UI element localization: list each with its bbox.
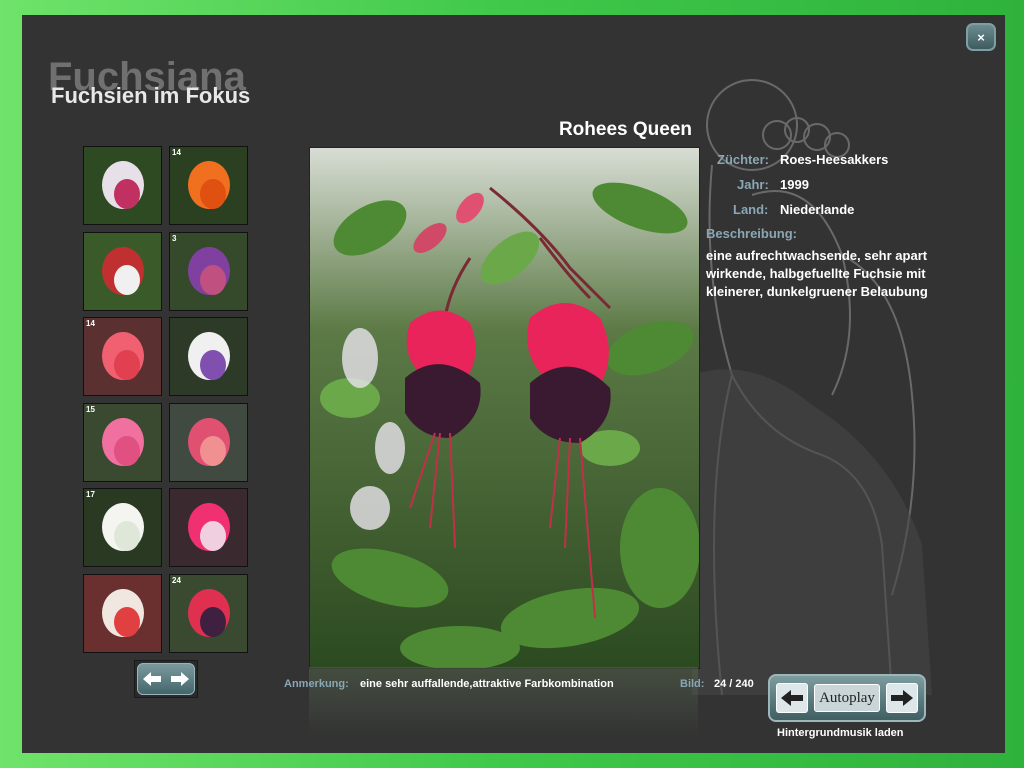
- image-label: Bild:: [680, 678, 705, 690]
- thumbnail-number: 14: [86, 319, 95, 328]
- thumbnail-number: 15: [86, 404, 95, 414]
- close-button[interactable]: ×: [966, 23, 996, 51]
- image-counter: 24 / 240: [714, 678, 754, 690]
- thumbnail-item[interactable]: 17: [83, 488, 162, 567]
- decorative-sketch: [692, 79, 932, 695]
- arrow-left-icon: [781, 690, 803, 706]
- load-music-link[interactable]: Hintergrundmusik laden: [777, 727, 904, 739]
- description-label: Beschreibung:: [706, 226, 798, 241]
- thumbnail-flower: [200, 606, 226, 637]
- thumbnail-item[interactable]: [83, 573, 162, 653]
- photo-title: Rohees Queen: [558, 119, 692, 140]
- thumbnail-prev-button[interactable]: [141, 668, 163, 690]
- country-value: Niederlande: [780, 202, 855, 217]
- thumbnail-next-button[interactable]: [169, 668, 191, 690]
- thumbnail-item[interactable]: [169, 317, 248, 396]
- next-image-button[interactable]: [886, 683, 918, 713]
- thumbnail-item[interactable]: 24: [169, 573, 248, 653]
- thumbnail-item[interactable]: [169, 488, 248, 567]
- thumbnail-item[interactable]: [83, 231, 162, 311]
- country-label: Land:: [733, 202, 769, 217]
- autoplay-button[interactable]: Autoplay: [814, 684, 880, 712]
- app-title: Fuchsien im Fokus: [51, 83, 251, 108]
- thumbnail-flower: [114, 521, 140, 551]
- thumbnail-nav: [134, 660, 198, 698]
- thumbnail-item[interactable]: 14: [169, 146, 248, 225]
- thumbnail-flower: [114, 350, 140, 380]
- year-value: 1999: [780, 177, 809, 192]
- thumbnail-number: 14: [172, 148, 181, 157]
- thumbnail-flower: [200, 264, 226, 295]
- note-text: eine sehr auffallende,attraktive Farbkom…: [360, 678, 614, 690]
- thumbnail-flower: [114, 435, 140, 466]
- arrow-left-icon: [143, 672, 161, 686]
- thumbnail-item[interactable]: [83, 146, 162, 225]
- thumbnail-flower: [200, 350, 226, 380]
- thumbnail-item[interactable]: [169, 402, 248, 482]
- thumbnail-item[interactable]: 14: [83, 317, 162, 396]
- thumbnail-item[interactable]: 3: [169, 231, 248, 311]
- thumbnail-flower: [114, 606, 140, 637]
- app-window: × Fuchsiana Fuchsien im Fokus 14 3 14 15 17 2…: [22, 15, 1005, 753]
- thumbnail-number: 24: [172, 575, 181, 585]
- thumbnail-flower: [114, 264, 140, 295]
- thumbnail-flower: [200, 521, 226, 551]
- note-label: Anmerkung:: [284, 678, 349, 690]
- thumbnail-item[interactable]: 15: [83, 402, 162, 482]
- previous-image-button[interactable]: [776, 683, 808, 713]
- main-photo[interactable]: [309, 147, 700, 669]
- thumbnail-flower: [200, 435, 226, 466]
- thumbnail-flower: [200, 179, 226, 209]
- breeder-value: Roes-Heesakkers: [780, 152, 889, 167]
- fuchsia-photo-image: [310, 148, 699, 668]
- description-text: eine aufrechtwachsende, sehr apart wirke…: [706, 248, 928, 299]
- breeder-label: Züchter:: [717, 152, 769, 167]
- thumbnail-number: 17: [86, 490, 95, 499]
- thumbnail-number: 3: [172, 233, 177, 243]
- slideshow-controls: Autoplay: [768, 674, 926, 722]
- year-label: Jahr:: [737, 177, 769, 192]
- arrow-right-icon: [891, 690, 913, 706]
- arrow-right-icon: [171, 672, 189, 686]
- thumbnail-flower: [114, 179, 140, 209]
